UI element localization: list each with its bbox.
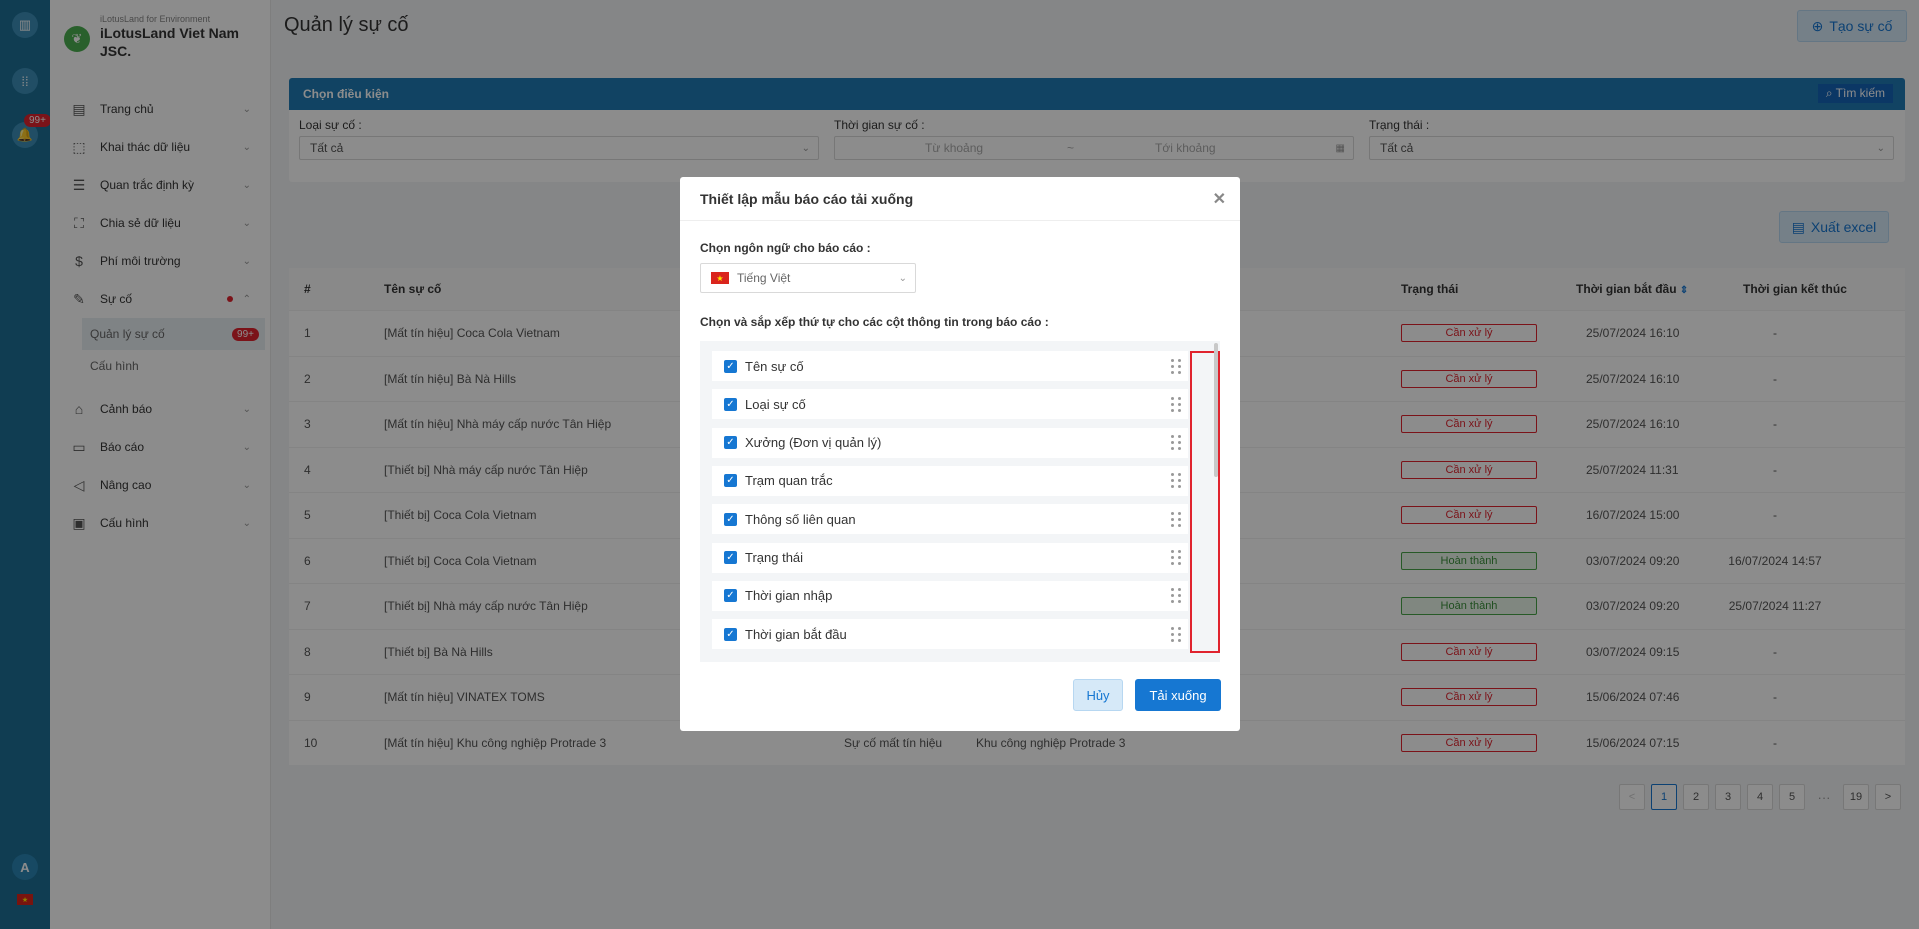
chevron-down-icon: ⌄ [898, 272, 907, 284]
dialog-header: Thiết lập mẫu báo cáo tải xuống ✕ [680, 177, 1240, 221]
dialog-title: Thiết lập mẫu báo cáo tải xuống [700, 190, 914, 207]
column-option-label: Thời gian nhập [745, 588, 833, 604]
checkbox-checked-icon[interactable]: ✓ [724, 512, 737, 526]
column-option[interactable]: ✓ Tên sự cố [712, 351, 1188, 381]
columns-label: Chọn và sắp xếp thứ tự cho các cột thông… [700, 315, 1049, 329]
cancel-button[interactable]: Hủy [1073, 679, 1123, 711]
column-option-label: Xưởng (Đơn vị quản lý) [745, 435, 882, 451]
column-option[interactable]: ✓ Thông số liên quan [712, 504, 1188, 535]
checkbox-checked-icon[interactable]: ✓ [724, 436, 737, 450]
column-option-label: Trạm quan trắc [745, 473, 833, 489]
column-order-list: ✓ Tên sự cố ✓ Loại sự cố ✓ Xưởng (Đơn vị quản… [700, 341, 1220, 662]
drag-handle-icon[interactable] [1164, 389, 1188, 420]
column-option[interactable]: ✓ Trạng thái [712, 542, 1188, 573]
download-button[interactable]: Tải xuống [1135, 679, 1221, 711]
column-option-label: Tên sự cố [745, 358, 804, 374]
language-value: Tiếng Việt [737, 271, 791, 285]
checkbox-checked-icon[interactable]: ✓ [724, 397, 737, 411]
column-option-label: Thông số liên quan [745, 511, 856, 527]
drag-handle-icon[interactable] [1164, 427, 1188, 458]
drag-handle-icon[interactable] [1164, 542, 1188, 573]
column-option-label: Thời gian bắt đầu [745, 626, 847, 642]
column-option-label: Trạng thái [745, 550, 804, 565]
column-option[interactable]: ✓ Thời gian nhập [712, 580, 1188, 611]
checkbox-checked-icon[interactable]: ✓ [724, 627, 737, 641]
column-option[interactable]: ✓ Thời gian bắt đầu [712, 619, 1188, 650]
drag-handle-icon[interactable] [1164, 619, 1188, 650]
column-option[interactable]: ✓ Loại sự cố [712, 389, 1188, 420]
checkbox-checked-icon[interactable]: ✓ [724, 551, 737, 564]
checkbox-checked-icon[interactable]: ✓ [724, 589, 737, 603]
report-template-dialog: Thiết lập mẫu báo cáo tải xuống ✕ Chọn n… [680, 177, 1240, 731]
vietnam-flag-icon: ★ [711, 272, 729, 284]
drag-handle-icon[interactable] [1164, 465, 1188, 496]
drag-handle-icon[interactable] [1164, 351, 1188, 381]
language-select[interactable]: ★ Tiếng Việt ⌄ [700, 263, 916, 293]
column-option-label: Loại sự cố [745, 396, 806, 412]
close-icon[interactable]: ✕ [1213, 189, 1226, 209]
checkbox-checked-icon[interactable]: ✓ [724, 359, 737, 373]
drag-handle-icon[interactable] [1164, 504, 1188, 535]
column-option[interactable]: ✓ Trạm quan trắc [712, 465, 1188, 496]
language-label: Chọn ngôn ngữ cho báo cáo : [700, 241, 871, 255]
drag-handle-icon[interactable] [1164, 580, 1188, 611]
checkbox-checked-icon[interactable]: ✓ [724, 474, 737, 488]
list-scrollbar[interactable] [1214, 343, 1218, 477]
column-option[interactable]: ✓ Xưởng (Đơn vị quản lý) [712, 427, 1188, 458]
